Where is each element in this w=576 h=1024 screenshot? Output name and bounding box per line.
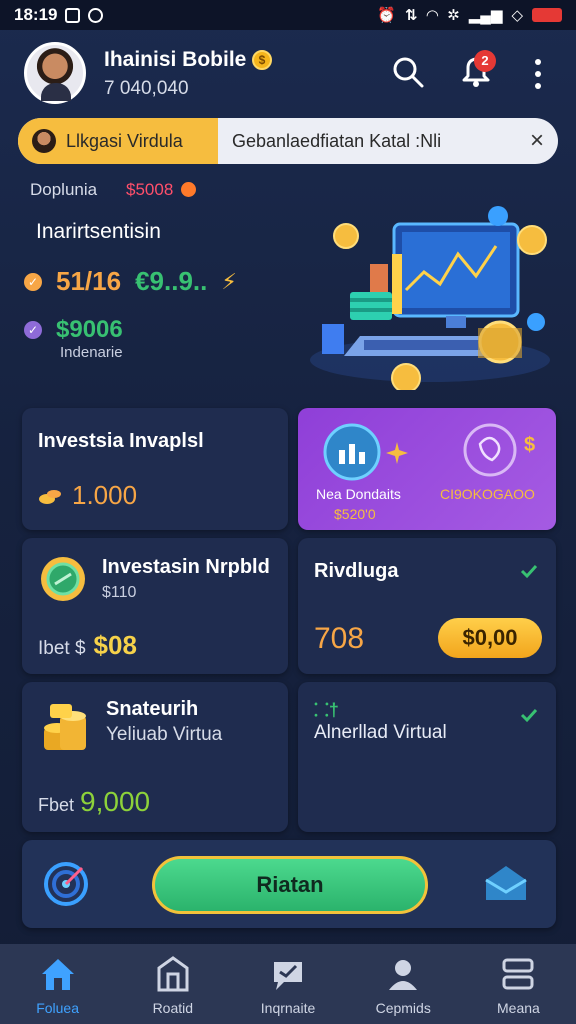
status-time: 18:19 bbox=[14, 5, 58, 24]
signal-icon: ▂▄▆ bbox=[468, 7, 503, 24]
snateurih-bet-value: 9,000 bbox=[80, 786, 151, 817]
profile-icon bbox=[389, 960, 418, 990]
promo-label: Nea Dondaits bbox=[316, 486, 401, 502]
app-notification-icon bbox=[65, 7, 81, 23]
coin-dot-icon bbox=[181, 182, 196, 197]
hero-label-amount: $5008 bbox=[126, 180, 174, 199]
coin-stack-icon bbox=[39, 489, 61, 504]
primary-action-button[interactable]: Riatan bbox=[152, 856, 428, 914]
check-icon bbox=[520, 564, 538, 579]
check-circle-icon: ✓ bbox=[24, 321, 42, 339]
snateurih-card[interactable]: Snateurih Yeliuab Virtua Fbet 9,000 bbox=[22, 682, 288, 832]
chart-badge-icon bbox=[323, 423, 381, 481]
coin-stack-icon bbox=[44, 704, 86, 750]
nav-label: Foluea bbox=[36, 1000, 79, 1016]
bottom-navigation: Foluea Roatid Inqrnaite Cepmids Meana bbox=[0, 944, 576, 1024]
invest-card-amount: 1.000 bbox=[72, 480, 138, 510]
rivdluga-card[interactable]: Rivdluga 708 $0,00 bbox=[298, 538, 556, 674]
notification-button[interactable]: 2 bbox=[456, 50, 496, 90]
gear-coin-icon bbox=[41, 557, 85, 601]
mail-icon[interactable] bbox=[482, 862, 530, 904]
snateurih-bet-row: Fbet 9,000 bbox=[38, 786, 150, 818]
building-icon bbox=[157, 956, 189, 992]
banner-avatar bbox=[32, 129, 56, 153]
hero-heading: Inarirtsentisin bbox=[36, 220, 161, 243]
nav-item-home[interactable]: Foluea bbox=[0, 944, 115, 1024]
notification-badge: 2 bbox=[474, 50, 496, 72]
investasin-card[interactable]: Investasin Nrpbld $110 Ibet $ $08 bbox=[22, 538, 288, 674]
hero-label: Doplunia bbox=[30, 180, 98, 199]
check-circle-icon: ✓ bbox=[24, 272, 42, 291]
data-icon: ◇ bbox=[511, 7, 523, 24]
investasin-card-title: Investasin Nrpbld bbox=[102, 556, 270, 578]
promo-dollar: $ bbox=[524, 434, 536, 456]
settings-gear-icon: ✲ bbox=[447, 7, 460, 24]
status-bar: 18:19 ⏰ ⇅ ◠ ✲ ▂▄▆ ◇ bbox=[0, 0, 576, 30]
nav-label: Inqrnaite bbox=[260, 1000, 316, 1016]
investasin-card-sub: $110 bbox=[102, 584, 137, 601]
user-name: Ihainisi Bobile bbox=[104, 48, 247, 71]
banner-tag-label: Llkgasi Virdula bbox=[66, 130, 183, 151]
nav-label: Cepmids bbox=[375, 1000, 431, 1016]
investasin-bet-label: Ibet $ bbox=[38, 638, 86, 659]
invest-card-amount-row: 1.000 bbox=[38, 480, 137, 511]
nav-item-roatid[interactable]: Roatid bbox=[115, 944, 230, 1024]
sparkle-icon bbox=[386, 442, 408, 464]
hero-value-1b: €9..9.. bbox=[135, 266, 208, 296]
coin-badge-icon: $ bbox=[252, 50, 272, 70]
nav-label: Meana bbox=[497, 1000, 540, 1016]
hero-section: Doplunia $5008 Inarirtsentisin ✓ 51/16 €… bbox=[0, 170, 576, 395]
wifi-icon: ◠ bbox=[426, 7, 439, 24]
nav-item-meana[interactable]: Meana bbox=[461, 944, 576, 1024]
action-bar: Riatan bbox=[22, 840, 556, 928]
invest-card[interactable]: Investsia Invaplsl 1.000 bbox=[22, 408, 288, 530]
user-balance: 7 040,040 bbox=[104, 78, 189, 99]
snateurih-card-sub: Yeliuab Virtua bbox=[106, 724, 223, 745]
rivdluga-amount-button[interactable]: $0,00 bbox=[438, 618, 542, 658]
app-status-icon bbox=[88, 7, 104, 23]
investasin-bet-value: $08 bbox=[93, 630, 137, 660]
nav-item-inqrnaite[interactable]: Inqrnaite bbox=[230, 944, 345, 1024]
chat-icon bbox=[274, 962, 302, 990]
lightning-icon: ⚡ bbox=[221, 268, 237, 294]
promo-banner[interactable]: Llkgasi Virdula Gebanlaedfiatan Katal :N… bbox=[18, 118, 558, 164]
rivdluga-card-title: Rivdluga bbox=[314, 560, 399, 582]
snateurih-bet-label: Fbet bbox=[38, 795, 75, 815]
nav-label: Roatid bbox=[152, 1000, 194, 1016]
hero-value-2: $9006 bbox=[56, 316, 123, 343]
alarm-icon: ⏰ bbox=[377, 7, 397, 24]
vibrate-icon: ⇅ bbox=[405, 7, 418, 24]
close-icon[interactable]: × bbox=[530, 127, 544, 155]
battery-icon bbox=[532, 8, 562, 22]
alnerllad-card[interactable]: ⸬† Alnerllad Virtual bbox=[298, 682, 556, 832]
promo-card[interactable]: $ Nea Dondaits $520'0 CI9OKOGAOO bbox=[298, 408, 556, 530]
more-vert-icon[interactable] bbox=[530, 56, 546, 92]
avatar[interactable] bbox=[24, 42, 86, 104]
nav-item-cepmids[interactable]: Cepmids bbox=[346, 944, 461, 1024]
computer-chart-illustration bbox=[310, 206, 550, 390]
gift-icon bbox=[463, 423, 517, 477]
hero-stat-row-2: ✓ $9006 bbox=[24, 316, 123, 344]
alnerllad-card-sub: Alnerllad Virtual bbox=[314, 722, 447, 743]
home-icon bbox=[41, 959, 74, 990]
check-icon bbox=[520, 708, 538, 723]
target-icon[interactable] bbox=[42, 860, 90, 908]
investasin-bet-row: Ibet $ $08 bbox=[38, 630, 137, 661]
hero-value-1: 51/16 bbox=[56, 266, 122, 296]
menu-icon bbox=[502, 958, 534, 990]
hero-value-2-label: Indenarie bbox=[60, 344, 123, 361]
banner-tag: Llkgasi Virdula bbox=[18, 118, 218, 164]
invest-card-title: Investsia Invaplsl bbox=[38, 430, 204, 452]
search-icon[interactable] bbox=[392, 56, 424, 88]
hero-stat-row-1: ✓ 51/16 €9..9.. ⚡ bbox=[24, 266, 237, 297]
promo-sub: $520'0 bbox=[334, 506, 376, 522]
snateurih-card-title: Snateurih bbox=[106, 698, 199, 720]
promo-code: CI9OKOGAOO bbox=[440, 486, 535, 502]
connection-icon: ⸬† bbox=[314, 700, 339, 720]
app-header: Ihainisi Bobile $ 7 040,040 2 bbox=[0, 36, 576, 116]
banner-text: Gebanlaedfiatan Katal :Nli bbox=[232, 130, 442, 151]
rivdluga-value: 708 bbox=[314, 622, 365, 655]
